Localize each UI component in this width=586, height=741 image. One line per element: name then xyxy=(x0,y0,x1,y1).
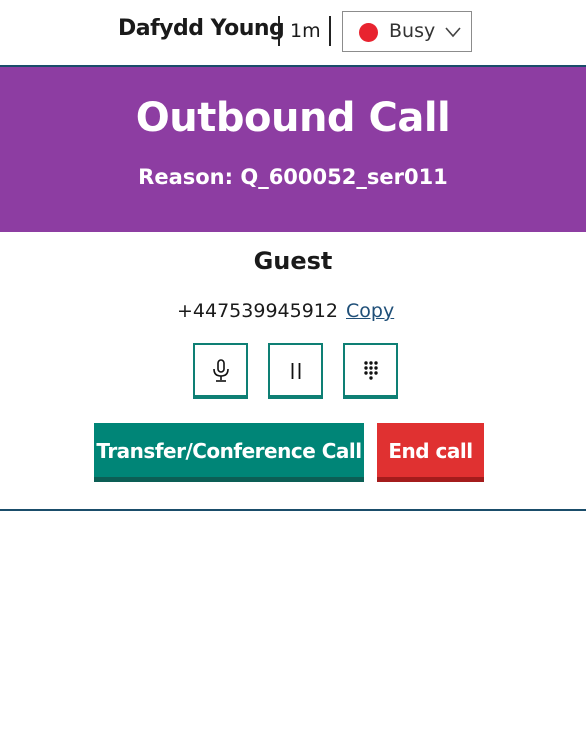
keypad-icon xyxy=(364,361,378,380)
caller-name: Guest xyxy=(253,247,333,275)
call-timer: 1m xyxy=(290,20,321,42)
mute-button[interactable] xyxy=(193,343,248,399)
status-indicator-icon xyxy=(359,23,378,42)
end-call-button[interactable]: End call xyxy=(377,423,484,482)
transfer-conference-button[interactable]: Transfer/Conference Call xyxy=(94,423,364,482)
keypad-button[interactable] xyxy=(343,343,398,399)
pause-icon xyxy=(291,363,301,379)
caller-phone-number: +447539945912 xyxy=(177,300,338,322)
status-label: Busy xyxy=(389,20,436,42)
hold-button[interactable] xyxy=(268,343,323,399)
agent-name: Dafydd Young xyxy=(118,16,285,41)
call-type-title: Outbound Call xyxy=(135,95,451,141)
divider xyxy=(278,16,280,46)
call-reason: Reason: Q_600052_ser011 xyxy=(138,165,448,189)
copy-number-link[interactable]: Copy xyxy=(346,300,394,322)
top-bar: Dafydd Young 1m Busy xyxy=(0,0,586,65)
section-divider xyxy=(0,509,586,511)
chevron-down-icon xyxy=(445,27,461,38)
divider xyxy=(329,16,331,46)
status-dropdown[interactable]: Busy xyxy=(342,11,472,52)
microphone-icon xyxy=(213,359,229,382)
call-banner: Outbound Call Reason: Q_600052_ser011 xyxy=(0,67,586,232)
